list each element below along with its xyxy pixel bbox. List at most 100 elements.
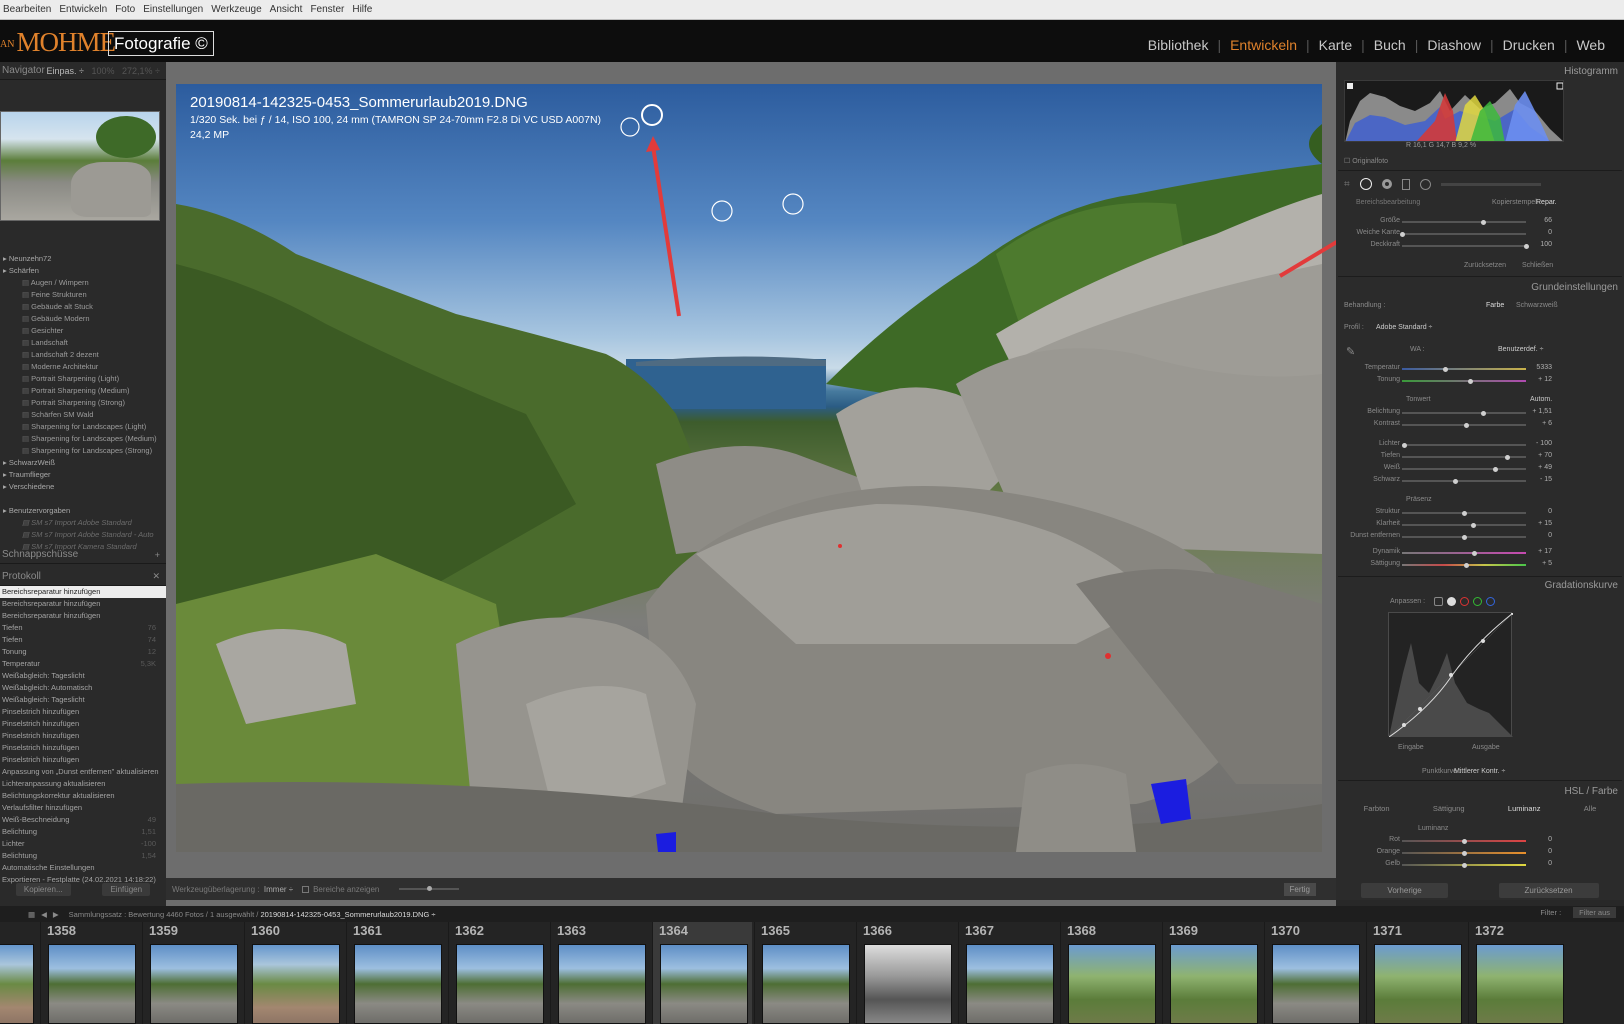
slider-tiefen-value[interactable]: + 70 [1522,452,1552,459]
filmstrip-thumbnail[interactable] [558,944,646,1024]
spot-feather-knob[interactable] [1400,231,1405,237]
filmstrip-cell[interactable]: 1361 [346,922,446,1024]
slider-kontrast-slider[interactable] [1402,422,1526,428]
slider-belichtung-value[interactable]: + 1,51 [1522,408,1552,415]
heal-mode-button[interactable]: Repar. [1536,199,1557,206]
slider-sättigung-slider[interactable] [1402,562,1526,568]
history-item[interactable]: Bereichsreparatur hinzufügen [0,586,166,598]
filmstrip-thumbnail[interactable] [1476,944,1564,1024]
point-curve-select[interactable]: Mittlerer Kontr. ÷ [1454,768,1505,775]
preset-item[interactable]: ▤ Portrait Sharpening (Medium) [0,385,166,397]
module-karte[interactable]: Karte [1310,37,1361,53]
module-entwickeln[interactable]: Entwickeln [1221,37,1306,53]
filmstrip-cell[interactable]: 1370 [1264,922,1364,1024]
original-photo-checkbox[interactable]: ☐ Originalfoto [1344,157,1388,165]
history-item[interactable]: Bereichsreparatur hinzufügen [0,598,166,610]
hsl-panel-title[interactable]: HSL / Farbe [1564,786,1618,797]
filmstrip-thumbnail[interactable] [456,944,544,1024]
history-item[interactable]: Belichtung 1,51 [0,826,166,838]
filmstrip-thumbnail[interactable] [354,944,442,1024]
preset-item[interactable]: ▤ Gebäude Modern [0,313,166,325]
spot-opacity-slider[interactable] [1402,243,1529,249]
filmstrip-cell[interactable]: 1364 [652,922,752,1024]
brush-size-slider[interactable] [1440,182,1541,186]
preset-item[interactable]: ▤ Landschaft [0,337,166,349]
spot-size-slider[interactable] [1402,219,1526,225]
spot-reset-button[interactable]: Zurücksetzen [1464,262,1506,269]
module-web[interactable]: Web [1567,37,1614,53]
history-item[interactable]: Weißabgleich: Automatisch [0,682,166,694]
spot-size-value[interactable]: 66 [1522,217,1552,224]
snapshots-header[interactable]: Schnappschüsse + [0,546,166,564]
tone-curve-graph[interactable] [1388,611,1515,738]
hsl-gelb-value[interactable]: 0 [1522,860,1552,867]
slider-tonung-slider[interactable] [1402,378,1526,384]
history-header[interactable]: Protokoll ✕ [0,568,166,586]
preset-item[interactable]: ▤ Augen / Wimpern [0,277,166,289]
spot-opacity-value[interactable]: 100 [1522,241,1552,248]
menu-item-werkzeuge[interactable]: Werkzeuge [211,4,261,15]
preset-folder[interactable] [0,493,166,505]
filmstrip-thumbnail[interactable] [0,944,34,1024]
profile-select[interactable]: Adobe Standard ÷ [1376,324,1432,331]
done-button[interactable]: Fertig [1283,882,1316,896]
filmstrip-cell[interactable]: 1359 [142,922,242,1024]
treatment-color-button[interactable]: Farbe [1486,302,1504,309]
copy-settings-button[interactable]: Kopieren... [15,882,71,896]
slider-tonung-value[interactable]: + 12 [1522,376,1552,383]
slider-tiefen-knob[interactable] [1505,454,1510,460]
slider-belichtung-knob[interactable] [1481,410,1486,416]
menu-item-foto[interactable]: Foto [115,4,135,15]
visualize-slider[interactable] [399,886,460,891]
history-item[interactable]: Tiefen 74 [0,634,166,646]
slider-weiß-value[interactable]: + 49 [1522,464,1552,471]
clone-mode-button[interactable]: Kopierstempel [1492,199,1537,206]
slider-struktur-value[interactable]: 0 [1522,508,1552,515]
crop-tool-icon[interactable]: ⌗ [1344,179,1350,190]
menu-item-entwickeln[interactable]: Entwickeln [59,4,107,15]
slider-schwarz-slider[interactable] [1402,478,1526,484]
slider-kontrast-value[interactable]: + 6 [1522,420,1552,427]
slider-lichter-value[interactable]: - 100 [1522,440,1552,447]
hsl-rot-value[interactable]: 0 [1522,836,1552,843]
spot-feather-value[interactable]: 0 [1522,229,1552,236]
reset-button[interactable]: Zurücksetzen [1498,882,1599,898]
preset-item[interactable]: ▤ Landschaft 2 dezent [0,349,166,361]
slider-belichtung-slider[interactable] [1402,410,1526,416]
navigator-preview[interactable] [0,111,160,221]
module-bibliothek[interactable]: Bibliothek [1139,37,1218,53]
slider-schwarz-knob[interactable] [1453,478,1458,484]
show-areas-checkbox[interactable] [302,885,310,893]
filmstrip-cell[interactable]: 1368 [1060,922,1160,1024]
history-item[interactable]: Automatische Einstellungen [0,862,166,874]
slider-struktur-knob[interactable] [1462,510,1467,516]
preset-item[interactable]: ▤ Gesichter [0,325,166,337]
preset-item[interactable]: ▤ Sharpening for Landscapes (Strong) [0,445,166,457]
filmstrip-cell[interactable]: 1371 [1366,922,1466,1024]
slider-tonung-knob[interactable] [1468,378,1473,384]
auto-tone-button[interactable]: Autom. [1530,396,1552,403]
history-item[interactable]: Anpassung von „Dunst entfernen" aktualis… [0,766,166,778]
preset-item[interactable]: ▤ SM s7 Import Adobe Standard [0,517,166,529]
preset-item[interactable]: ▤ Schärfen SM Wald [0,409,166,421]
preset-item[interactable]: ▤ Sharpening for Landscapes (Medium) [0,433,166,445]
spot-removal-tool-icon[interactable] [1359,178,1372,190]
spot-size-knob[interactable] [1481,219,1486,225]
slider-dunst-entfernen-slider[interactable] [1402,534,1526,540]
slider-klarheit-value[interactable]: + 15 [1522,520,1552,527]
preset-folder[interactable]: ▸ SchwarzWeiß [0,457,166,469]
hsl-gelb-slider[interactable] [1402,862,1526,868]
filmstrip-thumbnail[interactable] [1170,944,1258,1024]
hsl-orange-value[interactable]: 0 [1522,848,1552,855]
filmstrip-thumbnail[interactable] [1374,944,1462,1024]
slider-temperatur-value[interactable]: 5333 [1522,364,1552,371]
graduated-filter-icon[interactable] [1401,178,1410,190]
history-item[interactable]: Belichtungskorrektur aktualisieren [0,790,166,802]
history-item[interactable]: Bereichsreparatur hinzufügen [0,610,166,622]
preset-folder[interactable]: ▸ Schärfen [0,265,166,277]
filmstrip-cell[interactable]: 1367 [958,922,1058,1024]
history-item[interactable]: Verlaufsfilter hinzufügen [0,802,166,814]
history-item[interactable]: Weiß-Beschneidung 49 [0,814,166,826]
slider-dynamik-value[interactable]: + 17 [1522,548,1552,555]
preset-item[interactable]: ▤ Feine Strukturen [0,289,166,301]
